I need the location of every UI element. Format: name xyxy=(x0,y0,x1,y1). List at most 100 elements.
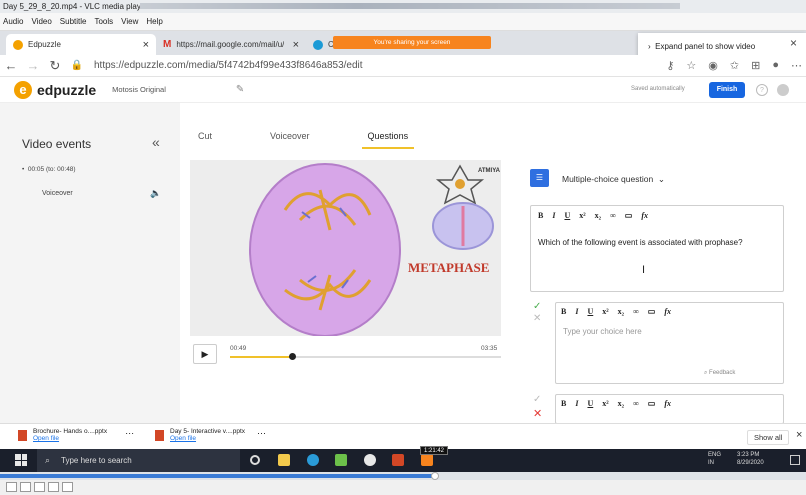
back-icon[interactable]: ← xyxy=(0,58,22,73)
tab-gmail[interactable]: Mhttps://mail.google.com/mail/u/ × xyxy=(156,34,306,55)
profile-icon[interactable]: ● xyxy=(772,59,779,72)
taskbar-search[interactable]: Type here to search xyxy=(37,449,240,472)
avatar[interactable] xyxy=(777,84,789,96)
choice-input[interactable]: Type your choice here xyxy=(563,327,642,336)
close-tab-icon[interactable]: × xyxy=(293,39,299,51)
image-button[interactable]: ▭ xyxy=(648,307,656,316)
clock[interactable]: 3:23 PM 8/29/2020 xyxy=(737,451,764,467)
playlist-icon[interactable] xyxy=(34,482,45,492)
underline-button[interactable]: U xyxy=(587,399,593,408)
logo-text[interactable]: edpuzzle xyxy=(37,82,96,98)
play-button[interactable]: ▶ xyxy=(193,344,217,364)
bold-button[interactable]: B xyxy=(561,399,566,408)
extended-settings-icon[interactable] xyxy=(20,482,31,492)
superscript-button[interactable]: x² xyxy=(579,211,585,220)
event-label[interactable]: Voiceover xyxy=(42,190,73,197)
choice-toolbar: B I U x² x₂ ∞ ▭ fx xyxy=(561,307,671,316)
finish-button[interactable]: Finish xyxy=(709,82,745,98)
collapse-sidebar-icon[interactable]: « xyxy=(152,134,160,150)
editor-tabs: Cut Voiceover Questions xyxy=(198,131,414,149)
speaker-icon[interactable]: 🔈 xyxy=(150,188,161,199)
tab-cut[interactable]: Cut xyxy=(198,131,212,141)
collections-icon[interactable]: ⊞ xyxy=(751,59,760,72)
title-bar-graphic xyxy=(140,3,680,9)
menu-help[interactable]: Help xyxy=(146,13,162,30)
underline-button[interactable]: U xyxy=(564,211,570,220)
close-tab-icon[interactable]: × xyxy=(143,39,149,51)
subscript-button[interactable]: x₂ xyxy=(618,399,624,408)
superscript-button[interactable]: x² xyxy=(602,399,608,408)
open-file-link[interactable]: Open file xyxy=(170,435,196,442)
question-type-dropdown[interactable]: Multiple-choice question ⌄ xyxy=(562,174,665,185)
underline-button[interactable]: U xyxy=(587,307,593,316)
italic-button[interactable]: I xyxy=(552,211,555,220)
shuffle-icon[interactable] xyxy=(62,482,73,492)
favorites-icon[interactable]: ✩ xyxy=(730,59,739,72)
more-icon[interactable]: ⋯ xyxy=(791,59,802,72)
pptx-file-icon xyxy=(155,430,164,441)
edge-icon[interactable] xyxy=(307,454,319,466)
menu-video[interactable]: Video xyxy=(31,13,51,30)
subscript-button[interactable]: x₂ xyxy=(618,307,624,316)
link-button[interactable]: ∞ xyxy=(610,211,616,220)
link-button[interactable]: ∞ xyxy=(633,399,639,408)
incorrect-answer-icon[interactable]: ✕ xyxy=(533,407,542,420)
feedback-link[interactable]: ⌕ Feedback xyxy=(704,370,735,377)
bold-button[interactable]: B xyxy=(561,307,566,316)
download-item[interactable]: Brochure- Hands o....pptx Open file ⋯ xyxy=(18,428,134,442)
seek-thumb[interactable] xyxy=(289,353,296,360)
menu-view[interactable]: View xyxy=(121,13,138,30)
menu-audio[interactable]: Audio xyxy=(3,13,23,30)
formula-button[interactable]: fx xyxy=(641,211,648,220)
correct-answer-check-icon[interactable]: ✓ xyxy=(533,394,541,405)
edit-pencil-icon[interactable]: ✎ xyxy=(236,84,244,95)
menu-tools[interactable]: Tools xyxy=(94,13,113,30)
download-item[interactable]: Day 5- Interactive v....pptx Open file ⋯ xyxy=(155,428,266,442)
download-name: Day 5- Interactive v....pptx xyxy=(170,428,246,435)
forward-icon[interactable]: → xyxy=(22,58,44,73)
star-icon[interactable]: ☆ xyxy=(686,59,696,72)
tab-edpuzzle[interactable]: Edpuzzle × xyxy=(6,34,156,55)
open-file-link[interactable]: Open file xyxy=(33,435,59,442)
menu-subtitle[interactable]: Subtitle xyxy=(60,13,87,30)
superscript-button[interactable]: x² xyxy=(602,307,608,316)
event-time[interactable]: • 00:05 (to: 00:48) xyxy=(22,166,76,173)
tab-questions[interactable]: Questions xyxy=(361,131,414,149)
close-icon[interactable]: × xyxy=(790,36,797,50)
image-button[interactable]: ▭ xyxy=(648,399,656,408)
tab-voiceover[interactable]: Voiceover xyxy=(270,131,310,141)
subscript-button[interactable]: x₂ xyxy=(595,211,601,220)
language-indicator[interactable]: ENG IN xyxy=(708,451,721,467)
file-explorer-icon[interactable] xyxy=(278,454,290,466)
correct-answer-check-icon[interactable]: ✓ xyxy=(533,301,541,312)
reload-icon[interactable]: ↻ xyxy=(44,58,66,74)
url-field[interactable]: https://edpuzzle.com/media/5f4742b4f99e4… xyxy=(94,60,363,71)
incorrect-answer-icon[interactable]: ✕ xyxy=(533,313,541,324)
chrome-icon[interactable] xyxy=(364,454,376,466)
question-type-label: Multiple-choice question xyxy=(562,174,654,184)
help-icon[interactable]: ? xyxy=(756,84,768,96)
fullscreen-icon[interactable] xyxy=(6,482,17,492)
powerpoint-icon[interactable] xyxy=(392,454,404,466)
vlc-seek-thumb[interactable] xyxy=(431,472,439,480)
question-text[interactable]: Which of the following event is associat… xyxy=(538,236,768,249)
video-frame[interactable]: ATMIYA METAPHASE xyxy=(190,160,501,336)
bold-button[interactable]: B xyxy=(538,211,543,220)
image-button[interactable]: ▭ xyxy=(625,211,633,220)
formula-button[interactable]: fx xyxy=(664,399,671,408)
app-icon[interactable] xyxy=(335,454,347,466)
loop-icon[interactable] xyxy=(48,482,59,492)
task-view-icon[interactable] xyxy=(250,455,260,465)
italic-button[interactable]: I xyxy=(575,399,578,408)
key-icon[interactable]: ⚷ xyxy=(666,59,674,72)
show-all-button[interactable]: Show all xyxy=(747,430,790,445)
close-downloads-icon[interactable]: × xyxy=(796,429,802,441)
record-icon[interactable]: ◉ xyxy=(708,59,718,72)
link-button[interactable]: ∞ xyxy=(633,307,639,316)
more-icon[interactable]: ⋯ xyxy=(257,428,266,439)
notification-icon[interactable] xyxy=(790,455,800,465)
more-icon[interactable]: ⋯ xyxy=(125,428,134,439)
formula-button[interactable]: fx xyxy=(664,307,671,316)
italic-button[interactable]: I xyxy=(575,307,578,316)
windows-start-icon[interactable] xyxy=(15,454,27,466)
